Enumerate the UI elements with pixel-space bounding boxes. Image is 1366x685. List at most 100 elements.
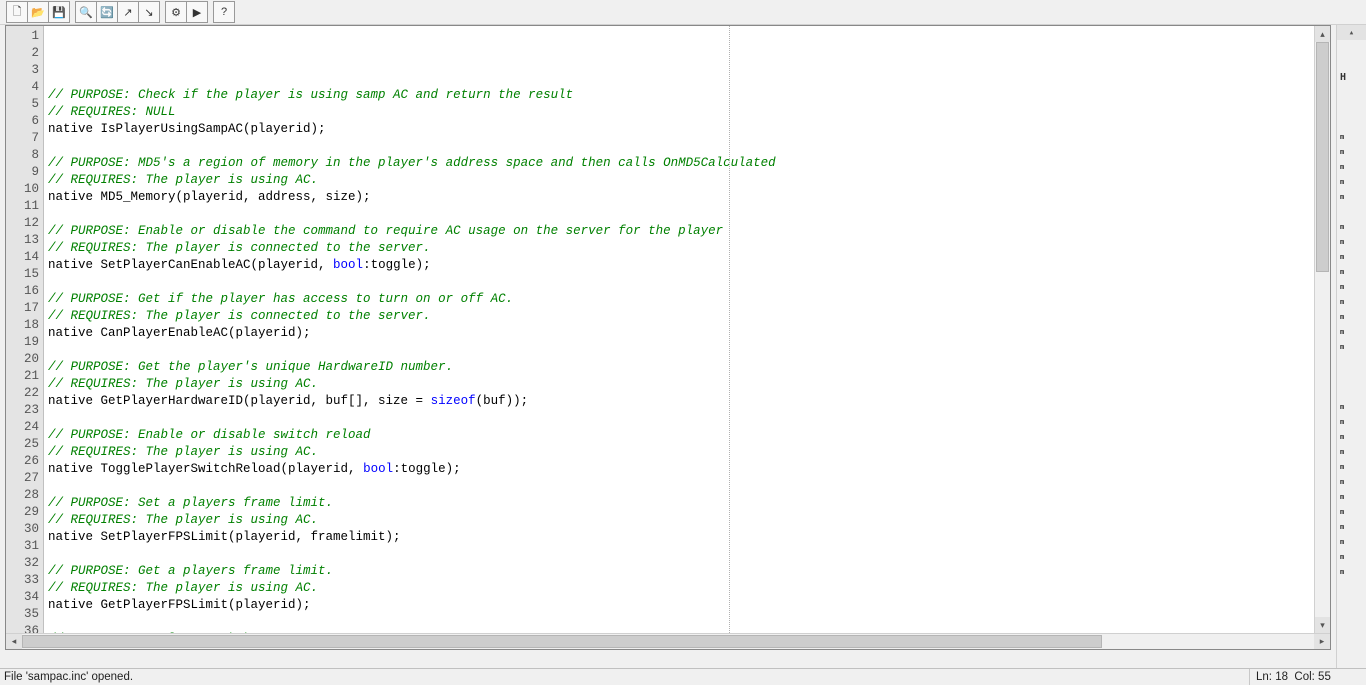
find-next-button[interactable]: ↘	[138, 1, 160, 23]
code-line[interactable]: // PURPOSE: Set a players frame limit.	[44, 495, 1314, 512]
docmap-item[interactable]: m	[1337, 505, 1366, 520]
docmap-item[interactable]: m	[1337, 265, 1366, 280]
line-number: 16	[6, 283, 43, 300]
docmap-item[interactable]: m	[1337, 295, 1366, 310]
docmap-item[interactable]: m	[1337, 535, 1366, 550]
code-line[interactable]: // PURPOSE: Enable or disable switch rel…	[44, 427, 1314, 444]
code-line[interactable]	[44, 274, 1314, 291]
code-line[interactable]	[44, 70, 1314, 87]
code-line[interactable]: // PURPOSE: Get if the player has access…	[44, 291, 1314, 308]
horizontal-scrollbar-thumb[interactable]	[22, 635, 1102, 648]
line-number: 27	[6, 470, 43, 487]
code-editor[interactable]: 1234567891011121314151617181920212223242…	[5, 25, 1331, 650]
docmap-item[interactable]: H	[1337, 70, 1366, 85]
docmap-item[interactable]: m	[1337, 565, 1366, 580]
code-line[interactable]: // REQUIRES: The player is connected to …	[44, 240, 1314, 257]
code-line[interactable]	[44, 342, 1314, 359]
code-line[interactable]	[44, 138, 1314, 155]
save-file-button[interactable]: 💾	[48, 1, 70, 23]
code-line[interactable]	[44, 546, 1314, 563]
docmap-item[interactable]: m	[1337, 520, 1366, 535]
code-line[interactable]: native GetPlayerFPSLimit(playerid);	[44, 597, 1314, 614]
code-line[interactable]	[44, 410, 1314, 427]
code-line[interactable]: native TogglePlayerSwitchReload(playerid…	[44, 461, 1314, 478]
scroll-right-arrow-icon[interactable]: ▸	[1314, 634, 1330, 649]
code-line[interactable]: native SetPlayerCanEnableAC(playerid, bo…	[44, 257, 1314, 274]
code-line[interactable]: // PURPOSE: Get the player's unique Hard…	[44, 359, 1314, 376]
docmap-item[interactable]: m	[1337, 280, 1366, 295]
docmap-item[interactable]	[1337, 115, 1366, 130]
line-number: 22	[6, 385, 43, 402]
open-file-button[interactable]: 📂	[27, 1, 49, 23]
line-number: 34	[6, 589, 43, 606]
code-line[interactable]: // PURPOSE: Enable or disable the comman…	[44, 223, 1314, 240]
run-button[interactable]: ▶	[186, 1, 208, 23]
line-number: 26	[6, 453, 43, 470]
vertical-scrollbar-thumb[interactable]	[1316, 42, 1329, 272]
docmap-item[interactable]: m	[1337, 175, 1366, 190]
docmap-item[interactable]: m	[1337, 235, 1366, 250]
scroll-down-arrow-icon[interactable]: ▾	[1315, 617, 1330, 633]
docmap-item[interactable]: m	[1337, 445, 1366, 460]
docmap-item[interactable]	[1337, 205, 1366, 220]
docmap-item[interactable]	[1337, 355, 1366, 370]
docmap-item[interactable]: m	[1337, 310, 1366, 325]
document-map[interactable]: ▴ Hmmmmmmmmmmmmmmmmmmmmmmmmmm	[1336, 25, 1366, 669]
docmap-item[interactable]	[1337, 85, 1366, 100]
line-number: 17	[6, 300, 43, 317]
code-line[interactable]: native SetPlayerFPSLimit(playerid, frame…	[44, 529, 1314, 546]
docmap-item[interactable]: m	[1337, 400, 1366, 415]
docmap-item[interactable]: m	[1337, 490, 1366, 505]
code-line[interactable]: // REQUIRES: NULL	[44, 104, 1314, 121]
docmap-item[interactable]: m	[1337, 190, 1366, 205]
docmap-item[interactable]: m	[1337, 475, 1366, 490]
docmap-item[interactable]: m	[1337, 145, 1366, 160]
docmap-item[interactable]: m	[1337, 340, 1366, 355]
goto-button[interactable]: ↗	[117, 1, 139, 23]
code-line[interactable]	[44, 206, 1314, 223]
docmap-item[interactable]: m	[1337, 325, 1366, 340]
code-line[interactable]: // REQUIRES: The player is connected to …	[44, 308, 1314, 325]
docmap-up-arrow-icon[interactable]: ▴	[1337, 25, 1366, 40]
code-area[interactable]: // PURPOSE: Check if the player is using…	[44, 26, 1314, 633]
new-file-button[interactable]: 🗋	[6, 1, 28, 23]
horizontal-scrollbar[interactable]: ◂ ▸	[6, 633, 1330, 649]
options-button[interactable]: ⚙	[165, 1, 187, 23]
scroll-up-arrow-icon[interactable]: ▴	[1315, 26, 1330, 42]
docmap-item[interactable]: m	[1337, 550, 1366, 565]
code-line[interactable]: native CanPlayerEnableAC(playerid);	[44, 325, 1314, 342]
docmap-item[interactable]	[1337, 100, 1366, 115]
code-line[interactable]: // REQUIRES: The player is using AC.	[44, 512, 1314, 529]
code-line[interactable]: // REQUIRES: The player is using AC.	[44, 580, 1314, 597]
code-line[interactable]: // REQUIRES: The player is using AC.	[44, 444, 1314, 461]
docmap-item[interactable]: m	[1337, 415, 1366, 430]
code-line[interactable]: // PURPOSE: Get a players frame limit.	[44, 563, 1314, 580]
scroll-left-arrow-icon[interactable]: ◂	[6, 634, 22, 649]
code-line[interactable]: native IsPlayerUsingSampAC(playerid);	[44, 121, 1314, 138]
docmap-item[interactable]: m	[1337, 430, 1366, 445]
docmap-item[interactable]: m	[1337, 160, 1366, 175]
code-line[interactable]	[44, 478, 1314, 495]
line-number: 36	[6, 623, 43, 633]
line-number: 6	[6, 113, 43, 130]
line-number: 30	[6, 521, 43, 538]
find-button[interactable]: 🔍	[75, 1, 97, 23]
vertical-scrollbar[interactable]: ▴ ▾	[1314, 26, 1330, 633]
code-line[interactable]: native GetPlayerHardwareID(playerid, buf…	[44, 393, 1314, 410]
docmap-item[interactable]: m	[1337, 220, 1366, 235]
help-button[interactable]: ?	[213, 1, 235, 23]
find-replace-button[interactable]: 🔄	[96, 1, 118, 23]
docmap-item[interactable]	[1337, 385, 1366, 400]
code-line[interactable]: // REQUIRES: The player is using AC.	[44, 172, 1314, 189]
code-line[interactable]: native MD5_Memory(playerid, address, siz…	[44, 189, 1314, 206]
code-line[interactable]: // PURPOSE: Check if the player is using…	[44, 87, 1314, 104]
line-number: 2	[6, 45, 43, 62]
docmap-item[interactable]: m	[1337, 460, 1366, 475]
line-number: 28	[6, 487, 43, 504]
code-line[interactable]	[44, 614, 1314, 631]
docmap-item[interactable]: m	[1337, 250, 1366, 265]
code-line[interactable]: // PURPOSE: MD5's a region of memory in …	[44, 155, 1314, 172]
docmap-item[interactable]	[1337, 370, 1366, 385]
docmap-item[interactable]: m	[1337, 130, 1366, 145]
code-line[interactable]: // REQUIRES: The player is using AC.	[44, 376, 1314, 393]
